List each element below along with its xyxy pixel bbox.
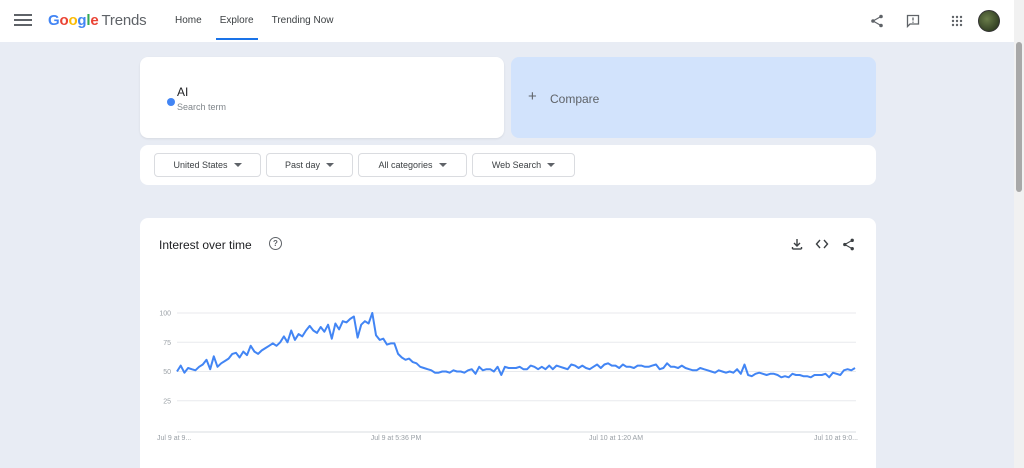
y-tick-label: 75 (163, 340, 171, 347)
nav-trending-now[interactable]: Trending Now (263, 0, 343, 42)
caret-down-icon (438, 163, 447, 167)
filter-bar: United States Past day All categories We… (140, 145, 876, 185)
main-nav: Home Explore Trending Now (166, 0, 342, 42)
filter-search-type[interactable]: Web Search (472, 153, 575, 177)
compare-label: Compare (550, 92, 600, 106)
interest-over-time-card: Interest over time ? 100 75 50 25 Jul 9 at … (140, 218, 876, 468)
google-trends-logo[interactable]: Google Trends (48, 12, 147, 29)
filter-region-label: United States (173, 160, 228, 170)
filter-category[interactable]: All categories (358, 153, 467, 177)
plus-icon: + (528, 88, 537, 105)
interest-line-chart[interactable]: 100 75 50 25 Jul 9 at 9... Jul 9 at 5:36 PM J… (140, 218, 876, 468)
x-tick-label: Jul 9 at 9... (157, 435, 191, 442)
page-scrollbar[interactable] (1014, 0, 1024, 468)
search-term-card[interactable]: AI Search term (140, 57, 504, 138)
caret-down-icon (547, 163, 556, 167)
avatar[interactable] (978, 10, 1000, 32)
caret-down-icon (233, 163, 242, 167)
apps-icon[interactable] (947, 11, 967, 31)
search-term-value[interactable]: AI (177, 85, 188, 99)
nav-explore[interactable]: Explore (211, 0, 263, 42)
compare-button[interactable]: + Compare (511, 57, 876, 138)
share-icon[interactable] (867, 11, 887, 31)
y-tick-label: 25 (163, 398, 171, 405)
filter-time-label: Past day (284, 160, 321, 170)
nav-home[interactable]: Home (166, 0, 211, 42)
feedback-icon[interactable] (903, 11, 923, 31)
scrollbar-thumb[interactable] (1016, 42, 1022, 192)
filter-category-label: All categories (378, 160, 433, 170)
term-color-dot (167, 98, 175, 106)
filter-search-type-label: Web Search (491, 160, 542, 170)
filter-region[interactable]: United States (154, 153, 261, 177)
filter-time[interactable]: Past day (266, 153, 353, 177)
search-term-sublabel: Search term (177, 102, 227, 112)
top-bar: Google Trends Home Explore Trending Now (0, 0, 1024, 42)
y-tick-label: 100 (159, 311, 171, 318)
x-tick-label: Jul 9 at 5:36 PM (371, 435, 422, 442)
series-line (176, 312, 856, 379)
menu-icon[interactable] (14, 12, 32, 28)
caret-down-icon (326, 163, 335, 167)
x-tick-label: Jul 10 at 1:20 AM (589, 435, 643, 442)
y-tick-label: 50 (163, 369, 171, 376)
x-tick-label: Jul 10 at 9:0... (814, 435, 858, 442)
